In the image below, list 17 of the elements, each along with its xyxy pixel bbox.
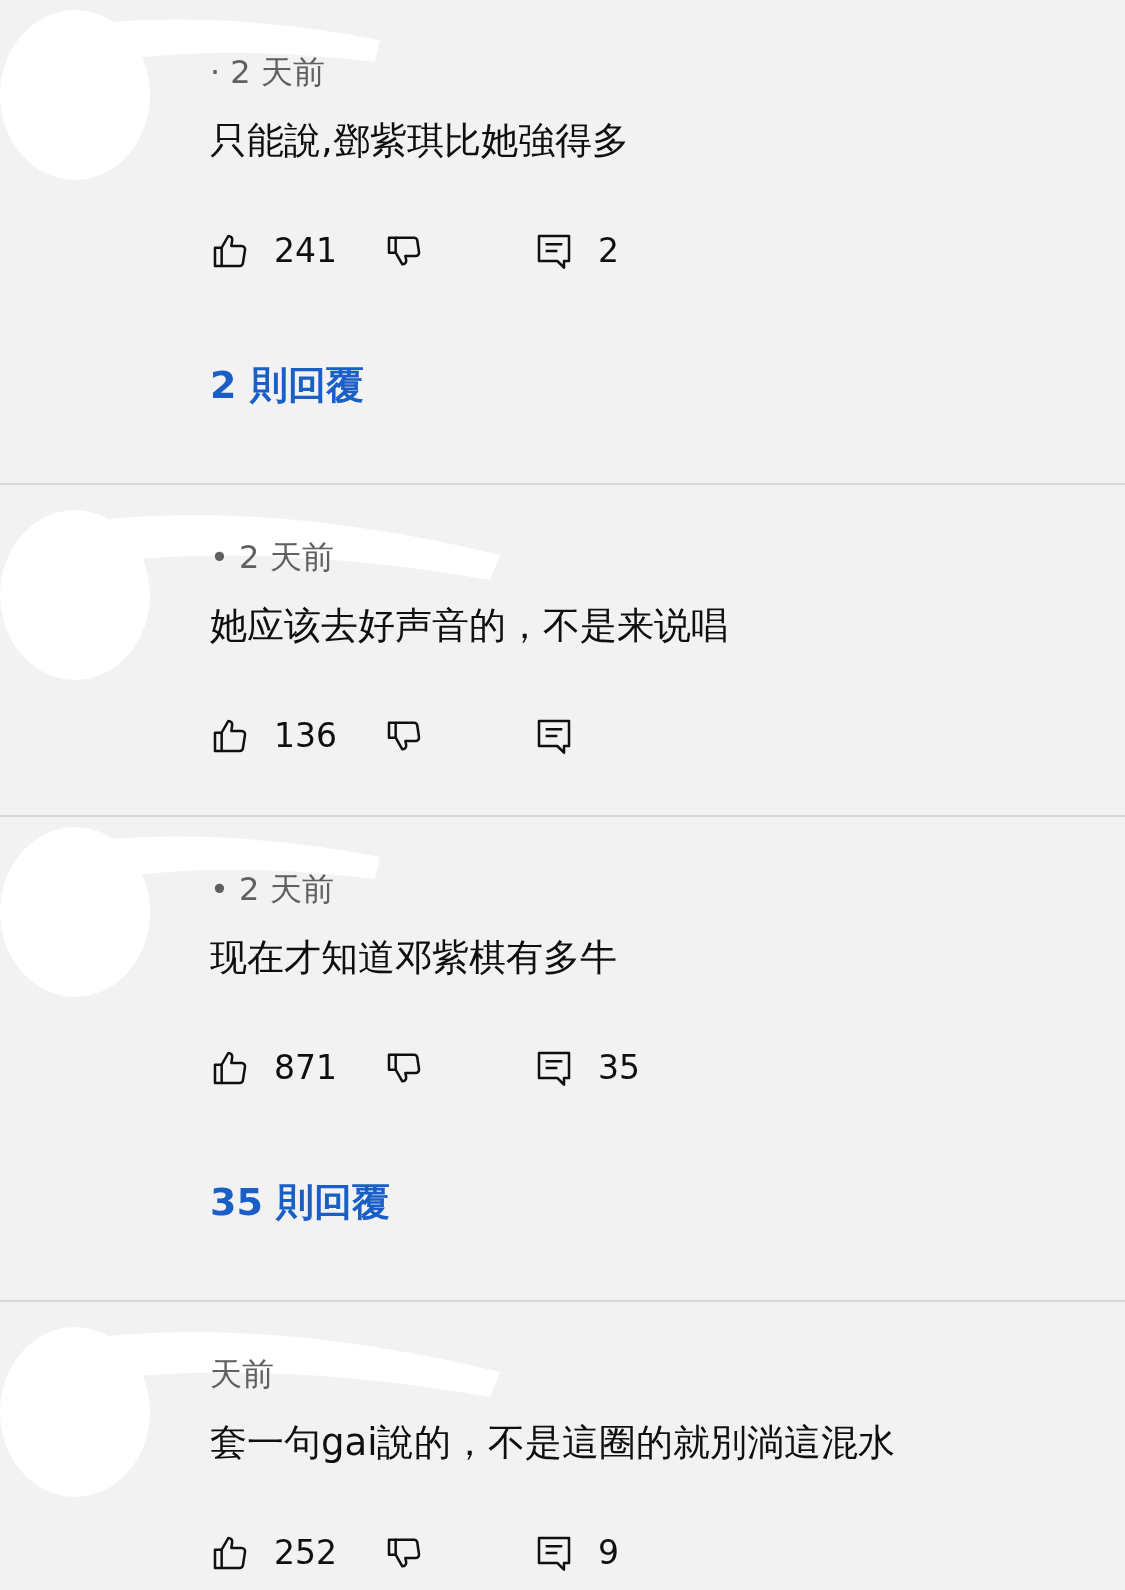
comment-text: 她应该去好声音的，不是来说唱 (210, 603, 728, 649)
like-count: 871 (274, 1047, 338, 1090)
view-replies-link[interactable]: 35 則回覆 (210, 1177, 391, 1227)
comment-timestamp: • 2 天前 (210, 869, 334, 909)
comment-timestamp: 天前 (210, 1354, 274, 1394)
reply-count: 35 (598, 1047, 640, 1090)
comment-timestamp: • 2 天前 (210, 537, 334, 577)
like-count: 241 (274, 230, 338, 273)
reply-count: 2 (598, 230, 619, 273)
comment-text: 只能說,鄧紫琪比她強得多 (210, 118, 629, 164)
view-replies-link[interactable]: 2 則回覆 (210, 360, 364, 410)
comment-timestamp: · 2 天前 (210, 52, 325, 92)
like-count: 136 (274, 715, 338, 758)
reply-count: 9 (598, 1532, 619, 1575)
comment-text: 套一句gai說的，不是這圈的就別淌這混水 (210, 1420, 896, 1466)
comment-text: 现在才知道邓紫棋有多牛 (210, 935, 617, 981)
like-count: 252 (274, 1532, 338, 1575)
